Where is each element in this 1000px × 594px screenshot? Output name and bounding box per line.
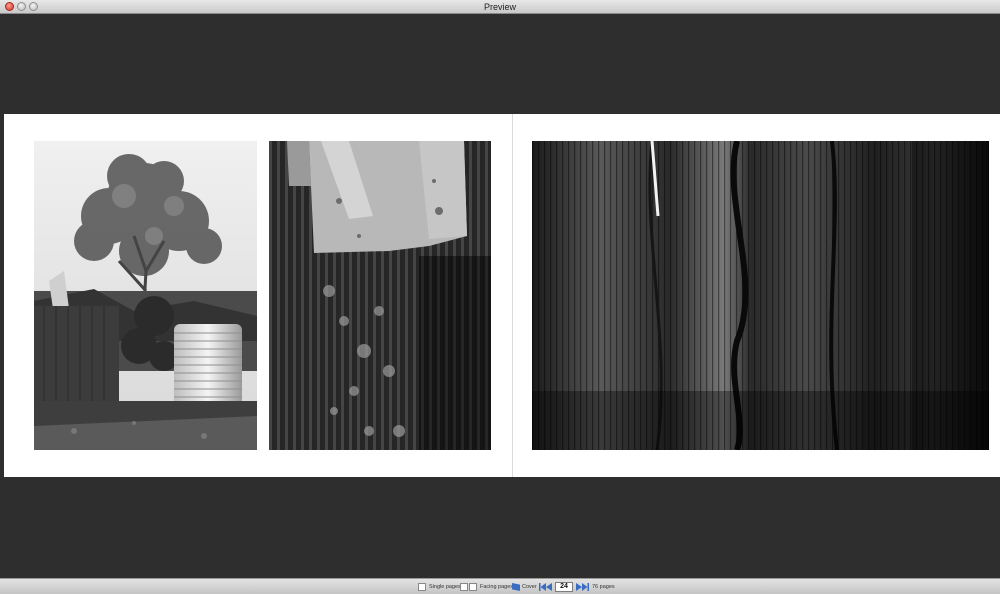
facing-pages-checkbox[interactable]	[460, 583, 468, 591]
previous-page-icon[interactable]	[546, 583, 553, 591]
single-pages-checkbox[interactable]	[418, 583, 426, 591]
tree-and-water-tank-photo	[34, 141, 257, 450]
preview-canvas[interactable]	[0, 14, 1000, 578]
facing-pages-label: Facing pages	[480, 584, 514, 590]
last-page-icon[interactable]	[582, 583, 589, 591]
next-page-icon[interactable]	[575, 583, 582, 591]
window-title: Preview	[483, 2, 516, 12]
weathered-timber-photo	[532, 141, 989, 450]
first-page-icon[interactable]	[539, 583, 546, 591]
single-pages-label: Single pages	[429, 584, 461, 590]
spread-gutter	[512, 114, 513, 477]
page-navigation: 24 76 pages	[539, 581, 615, 593]
total-pages-label: 76 pages	[592, 584, 615, 590]
corrugated-iron-wall-photo	[269, 141, 491, 450]
cover-icon	[512, 583, 520, 591]
page-spread	[4, 114, 1000, 477]
cover-button[interactable]: Cover	[512, 581, 537, 593]
title-bar: Preview	[0, 0, 1000, 14]
single-pages-option[interactable]: Single pages	[418, 581, 461, 593]
status-bar: Single pages Facing pages Cover 24 76 pa…	[0, 578, 1000, 594]
cover-label: Cover	[522, 584, 537, 590]
facing-pages-checkbox-pair	[469, 583, 477, 591]
facing-pages-option[interactable]: Facing pages	[460, 581, 513, 593]
page-number-input[interactable]: 24	[555, 582, 573, 592]
